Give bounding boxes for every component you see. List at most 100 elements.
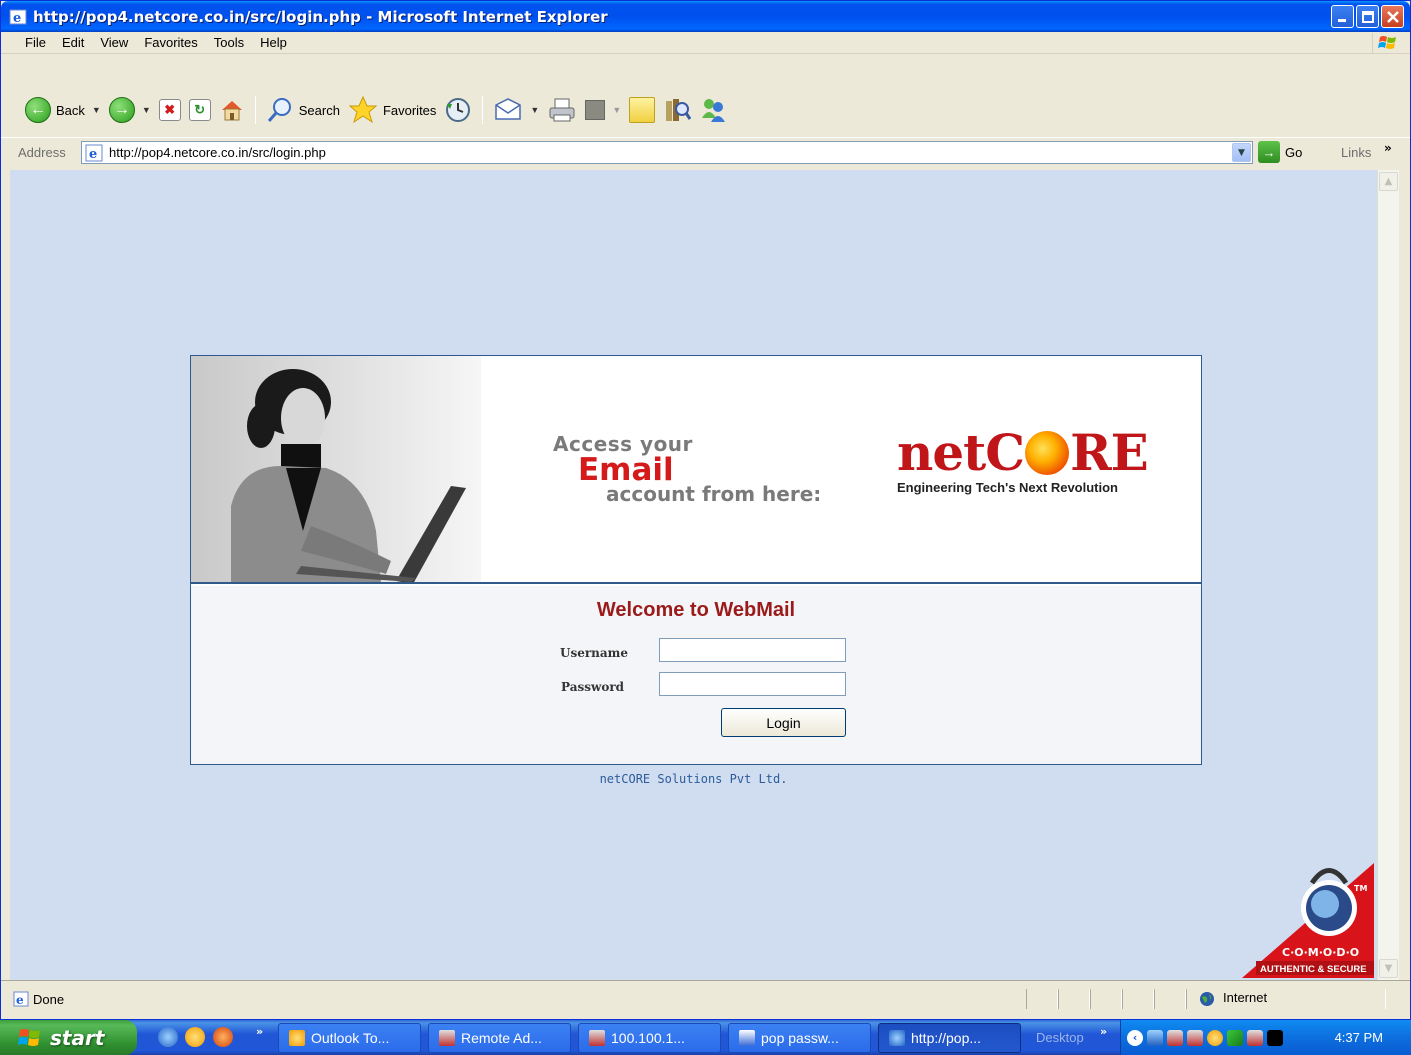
menu-edit[interactable]: Edit: [54, 35, 92, 50]
remote-tray-icon[interactable]: [1187, 1029, 1203, 1046]
firefox-quicklaunch-icon[interactable]: [213, 1027, 233, 1047]
mail-dropdown-icon[interactable]: ▼: [530, 105, 539, 115]
page-content: Access your Email account from here: net…: [10, 170, 1377, 980]
status-pane: [1026, 989, 1058, 1009]
forward-button[interactable]: → ▼: [105, 94, 155, 126]
outlook-tray-icon[interactable]: [1207, 1029, 1223, 1046]
remote-admin-icon: [589, 1030, 605, 1046]
taskbar-item-outlook[interactable]: Outlook To...: [278, 1023, 421, 1053]
close-button[interactable]: [1381, 5, 1404, 28]
back-button[interactable]: ← Back ▼: [21, 94, 105, 126]
password-input[interactable]: [659, 672, 846, 696]
menu-bar: File Edit View Favorites Tools Help: [1, 32, 1410, 54]
footer-link[interactable]: netCORE Solutions Pvt Ltd.: [10, 772, 1377, 786]
tray-expand-icon[interactable]: ‹: [1127, 1029, 1143, 1046]
home-button[interactable]: [215, 94, 249, 126]
favorites-label: Favorites: [382, 102, 437, 118]
start-label: start: [50, 1025, 105, 1050]
maximize-button[interactable]: [1356, 5, 1379, 28]
vertical-scrollbar[interactable]: ▲ ▼: [1377, 170, 1399, 980]
status-pane: [1154, 989, 1186, 1009]
logo-re: RE: [1070, 423, 1149, 482]
title-bar[interactable]: e http://pop4.netcore.co.in/src/login.ph…: [1, 1, 1410, 32]
comodo-tm: TM: [1354, 884, 1367, 893]
maximize-icon: [1361, 10, 1374, 23]
menu-view[interactable]: View: [92, 35, 136, 50]
remote-tray-icon[interactable]: [1247, 1029, 1263, 1046]
toolbar-separator: [254, 96, 256, 124]
links-button[interactable]: Links: [1341, 145, 1371, 160]
menu-file[interactable]: File: [17, 35, 54, 50]
menu-favorites[interactable]: Favorites: [136, 35, 205, 50]
taskbar: start » Outlook To... Remote Ad... 100.1…: [0, 1020, 1411, 1055]
sun-icon: [1025, 431, 1070, 475]
mail-button[interactable]: ▼: [489, 94, 543, 126]
console-tray-icon[interactable]: [1267, 1029, 1283, 1046]
messenger-icon: [702, 99, 726, 122]
go-button[interactable]: → Go: [1258, 141, 1302, 163]
quicklaunch-chevron-icon[interactable]: »: [256, 1025, 263, 1038]
taskbar-item-word[interactable]: pop passw...: [728, 1023, 871, 1053]
stop-button[interactable]: ✖: [155, 94, 185, 126]
minimize-icon: [1338, 19, 1346, 22]
task-label: http://pop...: [911, 1030, 982, 1046]
printer-icon: [549, 98, 575, 122]
task-label: 100.100.1...: [611, 1030, 685, 1046]
remote-tray-icon[interactable]: [1167, 1029, 1183, 1046]
history-button[interactable]: [440, 94, 476, 126]
comodo-tagline: AUTHENTIC & SECURE: [1260, 964, 1367, 975]
banner: Access your Email account from here: net…: [191, 356, 1201, 584]
address-dropdown-icon[interactable]: ▼: [1232, 143, 1251, 162]
taskbar-item-remote-admin[interactable]: Remote Ad...: [428, 1023, 571, 1053]
print-button[interactable]: [543, 94, 581, 126]
outlook-quicklaunch-icon[interactable]: [185, 1027, 205, 1047]
go-label: Go: [1285, 144, 1303, 160]
discuss-button[interactable]: [625, 94, 659, 126]
desktop-chevron-icon[interactable]: »: [1100, 1025, 1107, 1038]
mail-icon: [495, 98, 522, 120]
messenger-button[interactable]: [695, 94, 731, 126]
stop-icon: ✖: [158, 99, 181, 121]
taskbar-item-remote-session[interactable]: 100.100.1...: [578, 1023, 721, 1053]
netcore-logo: net C RE Engineering Tech's Next Revolut…: [897, 423, 1149, 496]
go-arrow-icon: →: [1258, 141, 1280, 163]
menu-tools[interactable]: Tools: [206, 35, 252, 50]
chevron-right-icon[interactable]: »: [1384, 141, 1392, 155]
minimize-button[interactable]: [1331, 5, 1354, 28]
forward-dropdown-icon[interactable]: ▼: [142, 105, 151, 115]
back-dropdown-icon[interactable]: ▼: [92, 105, 101, 115]
scroll-down-icon[interactable]: ▼: [1379, 959, 1398, 978]
star-icon: [348, 95, 378, 124]
ie-icon: [889, 1030, 905, 1046]
address-bar: Address e http://pop4.netcore.co.in/src/…: [1, 137, 1410, 167]
network-tray-icon[interactable]: [1147, 1029, 1163, 1046]
comodo-seal[interactable]: TM C·O·M·O·D·O AUTHENTIC & SECURE: [1242, 863, 1374, 978]
address-input[interactable]: e http://pop4.netcore.co.in/src/login.ph…: [81, 141, 1253, 164]
taskbar-item-ie[interactable]: http://pop...: [878, 1023, 1021, 1053]
username-input[interactable]: [659, 638, 846, 662]
page-done-icon: e: [13, 991, 29, 1007]
remote-admin-icon: [439, 1030, 455, 1046]
research-button[interactable]: [659, 94, 695, 126]
desktop-toolbar-label[interactable]: Desktop: [1036, 1030, 1084, 1045]
refresh-button[interactable]: ↻: [185, 94, 215, 126]
scroll-up-icon[interactable]: ▲: [1379, 172, 1398, 191]
logo-subtitle: Engineering Tech's Next Revolution: [897, 480, 1118, 495]
browser-window: e http://pop4.netcore.co.in/src/login.ph…: [0, 0, 1411, 1020]
login-button[interactable]: Login: [721, 708, 846, 737]
status-zone-pane: [1186, 989, 1386, 1009]
edit-dropdown-icon[interactable]: ▼: [612, 105, 621, 115]
ie-quicklaunch-icon[interactable]: [158, 1027, 178, 1047]
clock[interactable]: 4:37 PM: [1335, 1030, 1383, 1045]
tagline-from: account from here:: [606, 482, 822, 506]
edit-button[interactable]: ▼: [581, 94, 625, 126]
search-button[interactable]: Search: [262, 94, 344, 126]
menu-help[interactable]: Help: [252, 35, 295, 50]
favorites-button[interactable]: Favorites: [344, 94, 440, 126]
address-url[interactable]: http://pop4.netcore.co.in/src/login.php: [109, 145, 326, 160]
login-panel: Access your Email account from here: net…: [190, 355, 1202, 765]
logo-net: net: [897, 423, 986, 482]
password-label: Password: [561, 680, 625, 694]
shield-tray-icon[interactable]: [1227, 1029, 1243, 1046]
start-button[interactable]: start: [0, 1020, 137, 1055]
